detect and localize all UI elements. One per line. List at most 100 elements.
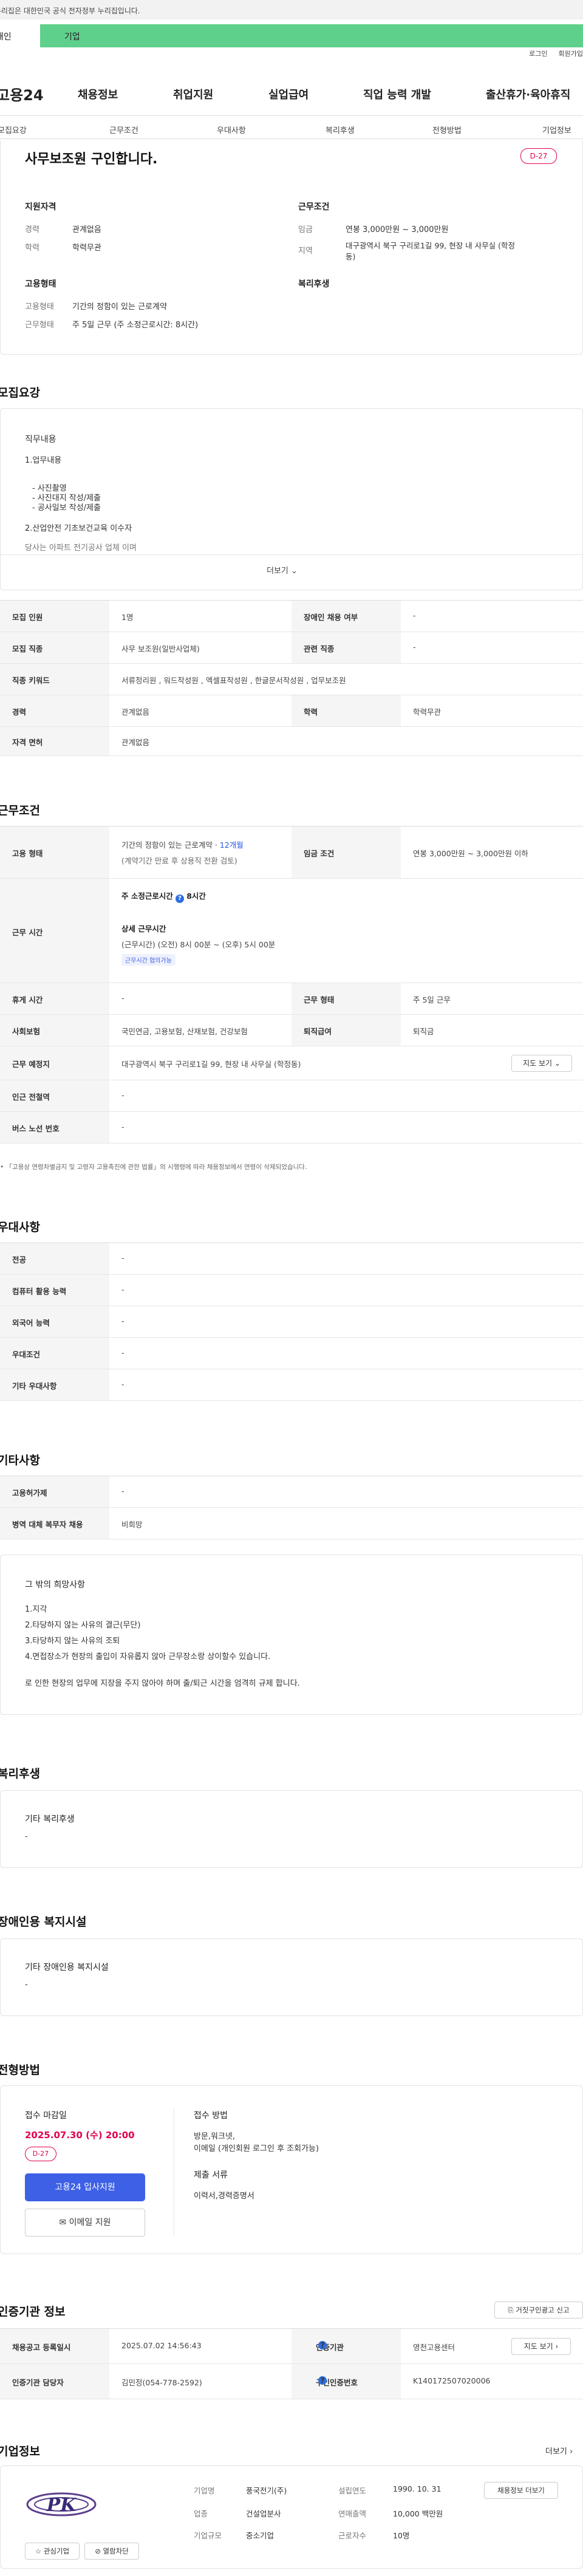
table-row: 경력 관계없음 학력 학력무관 <box>0 695 583 727</box>
table-row: 컴퓨터 활용 능력 - <box>0 1275 583 1306</box>
welfare-section-title: 복리후생 <box>0 1767 40 1780</box>
table-cell: 관계없음 <box>121 738 150 747</box>
table-cell: - <box>121 1487 124 1496</box>
tab-welfare[interactable]: 복리후생 <box>326 124 355 135</box>
detail-hours-title: 상세 근무시간 <box>121 924 166 933</box>
auth-links: 로그인 회원가입 <box>518 49 583 58</box>
request-line: 4.면접장소가 현장의 출입이 자유롭지 않아 근무장소랑 상이할수 있습니다. <box>25 1652 271 1661</box>
method-label: 접수 방법 <box>194 2111 228 2121</box>
region-value: 대구광역시 북구 구리로1길 99, 현장 내 사무실 (학정 <box>346 241 516 250</box>
nav-divider <box>0 115 583 116</box>
tab-selection[interactable]: 전형방법 <box>432 124 462 135</box>
gov-notice-text: 이 누리집은 대한민국 공식 전자정부 누리집입니다. <box>0 7 140 15</box>
table-header-cell: 경력 <box>0 695 109 726</box>
deadline-value: 2025.07.30 (수) 20:00 <box>25 2130 135 2141</box>
selection-card: 접수 마감일 2025.07.30 (수) 20:00 D-27 고용24 입사… <box>0 2085 583 2254</box>
company-jobs-button[interactable]: 채용정보 더보기 <box>484 2482 558 2499</box>
founded-value: 1990. 10. 31 <box>393 2484 442 2493</box>
tab-recruit[interactable]: 모집요강 <box>0 124 27 135</box>
table-header-cell: 임금 조건 <box>292 826 401 878</box>
emp-type-label: 고용형태 <box>25 302 54 312</box>
recruit-table: 모집 인원 1명 장애인 채용 여부 - 모집 직종 사무 보조원(일반사업체)… <box>0 600 583 756</box>
selection-section-title: 전형방법 <box>0 2063 40 2077</box>
email-apply-button[interactable]: ✉ 이메일 지원 <box>25 2209 145 2237</box>
work-type-label: 근무형태 <box>25 321 54 330</box>
welfare-card: 기타 복리후생 - <box>0 1790 583 1868</box>
table-cell: 퇴직금 <box>413 1027 434 1036</box>
company-more-link[interactable]: 더보기 › <box>545 2445 573 2456</box>
nav-item-employment-support[interactable]: 취업지원 <box>173 86 213 102</box>
job-desc-line: 1.업무내용 <box>25 456 62 465</box>
table-cell: 서류정리원 , 워드작성원 , 엑셀표작성원 , 한글문서작성원 , 업무보조원 <box>121 676 346 685</box>
job-description-card: 직무내용 1.업무내용 - 사진촬영 - 사진대지 작성/제출 - 공사일보 작… <box>0 408 583 590</box>
welfare-box-value: - <box>25 1832 28 1841</box>
company-logo-image: PK <box>26 2492 97 2516</box>
table-header-cell: 직종 키워드 <box>0 664 109 695</box>
job-desc-line: 당사는 아파트 전기공사 업체 이며 <box>25 543 137 553</box>
table-cell: - <box>121 1091 124 1100</box>
table-row: 인증기관 담당자 김민정(054-778-2592) 구인인증번호? K1401… <box>0 2364 583 2399</box>
company-logo: PK <box>25 2487 98 2522</box>
follow-company-button[interactable]: ☆ 관심기업 <box>25 2543 80 2560</box>
table-header-cell: 고용허가제 <box>0 1476 109 1507</box>
site-logo[interactable]: 고용24 <box>0 83 44 104</box>
table-cell: - <box>413 642 416 652</box>
chevron-down-icon: ⌄ <box>291 567 298 576</box>
industry-label: 업종 <box>194 2509 208 2518</box>
table-header-cell: 퇴직급여 <box>292 1015 401 1046</box>
job-desc-line: - 공사일보 작성/제출 <box>32 503 101 513</box>
chevron-right-icon: › <box>570 2447 573 2456</box>
table-row: 외국어 능력 - <box>0 1306 583 1338</box>
nav-item-parental-leave[interactable]: 출산휴가·육아휴직 <box>486 86 570 102</box>
tab-preference[interactable]: 우대사항 <box>217 124 246 135</box>
docs-value: 이력서,경력증명서 <box>194 2192 254 2201</box>
apply-button[interactable]: 고용24 입사지원 <box>25 2173 145 2201</box>
disabled-facility-section-title: 장애인용 복지시설 <box>0 1915 87 1929</box>
table-row: 근무 예정지 대구광역시 북구 구리로1길 99, 현장 내 사무실 (학정동)… <box>0 1046 583 1080</box>
info-icon[interactable]: ? <box>318 2341 327 2349</box>
request-line: 3.타당하지 않는 사유의 조퇴 <box>25 1637 120 1646</box>
education-label: 학력 <box>25 244 39 253</box>
welfare-box-title: 기타 복리후생 <box>25 1814 75 1824</box>
report-button[interactable]: ⎘ 거짓구인광고 신고 <box>494 2302 583 2319</box>
table-row: 모집 인원 1명 장애인 채용 여부 - <box>0 601 583 632</box>
preference-table: 전공 - 컴퓨터 활용 능력 - 외국어 능력 - 우대조건 - 기타 우대사항… <box>0 1242 583 1401</box>
job-title: 사무보조원 구인합니다. <box>25 152 158 167</box>
industry-value: 건설업분사 <box>246 2509 281 2518</box>
block-company-button[interactable]: ⊘ 열람차단 <box>84 2543 139 2560</box>
tab-conditions[interactable]: 근무조건 <box>109 124 138 135</box>
info-icon[interactable]: ? <box>175 894 184 903</box>
region-label: 지역 <box>298 247 313 256</box>
employment-heading: 고용형태 <box>25 279 56 289</box>
nav-item-skills[interactable]: 직업 능력 개발 <box>363 86 431 102</box>
tab-personal[interactable]: 개인 <box>0 24 40 47</box>
wage-label: 임금 <box>298 225 313 234</box>
nav-item-unemployment-benefit[interactable]: 실업급여 <box>268 86 309 102</box>
map-button[interactable]: 지도 보기 ⌄ <box>511 1055 572 1072</box>
user-type-tabs: 개인 기업 <box>0 24 583 47</box>
table-row: 근무 시간 주 소정근로시간? 8시간 상세 근무시간 (근무시간) (오전) … <box>0 879 583 983</box>
education-value: 학력무관 <box>72 244 101 253</box>
wage-value: 연봉 3,000만원 ~ 3,000만원 <box>346 225 449 234</box>
method-value-cont: 이메일 (개인회원 로그인 후 조회가능) <box>194 2144 319 2153</box>
tab-company[interactable]: 기업 <box>40 24 583 47</box>
disabled-facility-box-value: - <box>25 1980 28 1989</box>
join-link[interactable]: 회원가입 <box>559 50 583 58</box>
welfare-heading: 복리후생 <box>298 279 330 289</box>
tab-company[interactable]: 기업정보 <box>542 124 571 135</box>
region-value-cont: 동) <box>346 252 356 261</box>
table-header-cell: 사회보험 <box>0 1015 109 1046</box>
emp-type-value: 기간의 정함이 있는 근로계약 <box>72 302 167 312</box>
info-icon[interactable]: ? <box>318 2376 327 2385</box>
recruit-section-title: 모집요강 <box>0 386 40 400</box>
career-label: 경력 <box>25 225 39 234</box>
revenue-value: 10,000 백만원 <box>393 2509 443 2518</box>
posting-info-section-title: 인증기관 정보 <box>0 2305 66 2319</box>
more-divider <box>1 554 582 555</box>
agency-map-button[interactable]: 지도 보기 › <box>511 2338 571 2355</box>
request-line: 1.지각 <box>25 1605 47 1614</box>
more-button[interactable]: 더보기 ⌄ <box>267 564 298 576</box>
login-link[interactable]: 로그인 <box>529 50 547 58</box>
nav-item-jobs[interactable]: 채용정보 <box>78 86 118 102</box>
table-cell: 연봉 3,000만원 ~ 3,000만원 이하 <box>413 849 528 858</box>
